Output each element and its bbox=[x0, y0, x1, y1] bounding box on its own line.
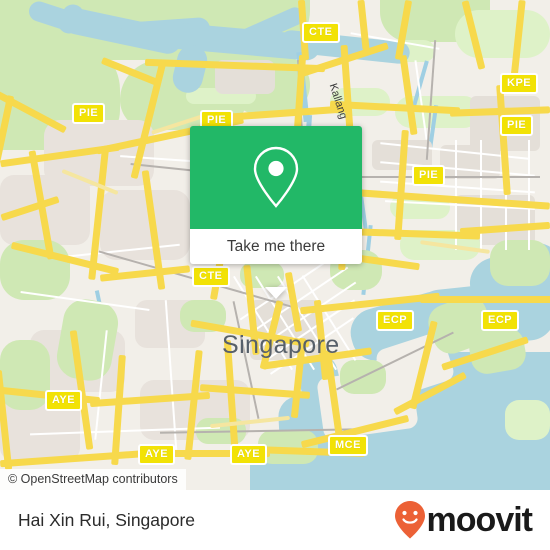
highway-shield-cte: CTE bbox=[192, 266, 230, 287]
highway-shield-ecp: ECP bbox=[481, 310, 520, 331]
highway-shield-pie: PIE bbox=[500, 115, 534, 136]
map-pin-icon bbox=[253, 146, 299, 208]
callout-header bbox=[190, 126, 362, 229]
highway-shield-aye: AYE bbox=[138, 444, 176, 465]
highway-shield-pie: PIE bbox=[412, 165, 446, 186]
map-canvas[interactable]: Singapore Kallang CTE KPE PIE PIE PIE PIE CTE E… bbox=[0, 0, 550, 490]
motorway bbox=[420, 296, 550, 303]
highway-shield-ecp: ECP bbox=[376, 310, 415, 331]
highway-shield-mce: MCE bbox=[328, 435, 368, 456]
osm-attribution[interactable]: © OpenStreetMap contributors bbox=[0, 469, 186, 490]
moovit-logo[interactable]: moovit bbox=[394, 500, 533, 540]
highway-shield-kpe: KPE bbox=[500, 73, 539, 94]
footer-bar: Hai Xin Rui, Singapore moovit bbox=[0, 490, 550, 550]
location-callout-card[interactable]: Take me there bbox=[190, 126, 362, 299]
callout-tail bbox=[265, 287, 287, 299]
minor-road bbox=[528, 140, 530, 250]
park-area bbox=[490, 240, 550, 286]
take-me-there-label: Take me there bbox=[226, 237, 326, 255]
highway-shield-aye: AYE bbox=[230, 444, 268, 465]
place-title: Hai Xin Rui, Singapore bbox=[18, 509, 196, 530]
highway-shield-aye: AYE bbox=[45, 390, 83, 411]
highway-shield-pie: PIE bbox=[72, 103, 106, 124]
city-label: Singapore bbox=[222, 331, 340, 359]
park-area bbox=[0, 340, 50, 410]
highway-shield-cte: CTE bbox=[302, 22, 340, 43]
moovit-wordmark: moovit bbox=[426, 501, 533, 539]
take-me-there-button[interactable]: Take me there bbox=[190, 229, 362, 264]
park-area bbox=[505, 400, 550, 440]
moovit-smiley-pin-icon bbox=[394, 501, 425, 539]
moovit-map-screenshot: Singapore Kallang CTE KPE PIE PIE PIE PIE CTE E… bbox=[0, 0, 550, 550]
